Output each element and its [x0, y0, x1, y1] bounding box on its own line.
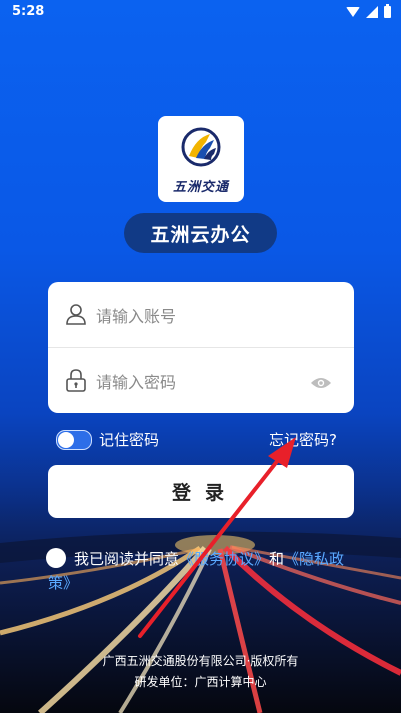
- app-logo: 五洲交通: [158, 116, 244, 202]
- user-icon: [66, 304, 86, 325]
- lock-icon: [66, 369, 86, 392]
- login-form-card: [48, 282, 354, 413]
- service-agreement-link[interactable]: 《服务协议》: [179, 550, 269, 568]
- app-title: 五洲云办公: [124, 213, 277, 253]
- password-field: [48, 348, 354, 413]
- logo-emblem-icon: [181, 127, 221, 167]
- wifi-icon: [346, 7, 360, 17]
- forgot-password-link[interactable]: 忘记密码?: [269, 429, 337, 450]
- status-bar: 5:28: [0, 0, 401, 26]
- remember-password-label: 记住密码: [99, 431, 160, 449]
- eye-icon[interactable]: [310, 376, 332, 390]
- logo-text: 五洲交通: [172, 180, 229, 195]
- password-input[interactable]: [94, 368, 318, 396]
- footer-copyright: 广西五洲交通股份有限公司·版权所有: [102, 654, 299, 668]
- account-input[interactable]: [94, 302, 318, 330]
- agreement-and: 和: [269, 550, 285, 568]
- account-field: [48, 282, 354, 348]
- battery-icon: [384, 4, 391, 18]
- login-button[interactable]: 登录: [48, 465, 354, 518]
- status-time: 5:28: [12, 4, 45, 19]
- cellular-signal-icon: [366, 6, 378, 18]
- agreement-text: 我已阅读并同意《服务协议》和《隐私政策》: [48, 547, 358, 595]
- remember-password-toggle[interactable]: [56, 430, 92, 450]
- agreement-prefix: 我已阅读并同意: [74, 550, 180, 568]
- footer-developer: 研发单位：广西计算中心: [134, 675, 267, 689]
- toggle-knob: [58, 432, 74, 448]
